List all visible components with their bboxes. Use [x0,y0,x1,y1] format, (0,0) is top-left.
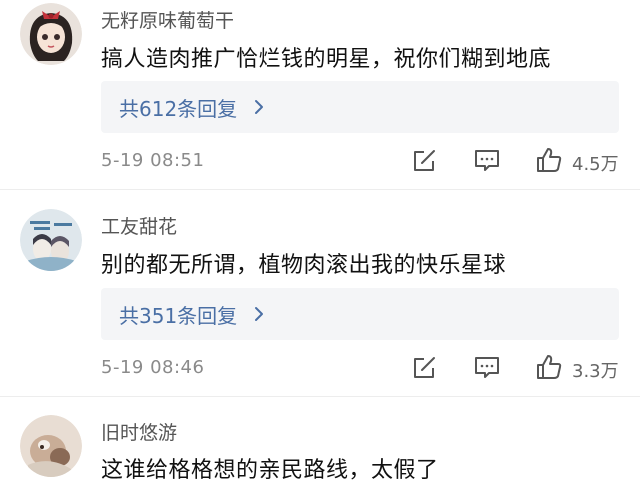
view-replies-button[interactable]: 共612条回复 [101,81,619,133]
replies-count: 共351条回复 [119,303,238,328]
comment-text: 搞人造肉推广恰烂钱的明星，祝你们糊到地底 [101,47,552,72]
share-icon [414,357,435,378]
username[interactable]: 旧时悠游 [101,418,177,445]
replies-count: 共612条回复 [119,96,238,121]
share-icon [414,150,435,171]
like-button[interactable] [535,146,563,174]
share-button[interactable] [410,354,438,382]
like-button[interactable] [535,353,563,381]
username[interactable]: 工友甜花 [101,212,177,239]
reply-button[interactable] [473,147,501,175]
comment-text: 别的都无所谓，植物肉滚出我的快乐星球 [101,253,507,278]
thumbs-up-icon [537,355,562,379]
share-button[interactable] [410,147,438,175]
view-replies-button[interactable]: 共351条回复 [101,288,619,340]
comment-icon [475,150,499,171]
user-avatar[interactable] [20,415,82,477]
comment-time: 5-19 08:51 [101,150,205,171]
like-count: 3.3万 [572,361,619,382]
like-count: 4.5万 [572,154,619,175]
thumbs-up-icon [537,148,562,172]
reply-button[interactable] [473,354,501,382]
chevron-right-icon [255,100,264,114]
comment-time: 5-19 08:46 [101,357,205,378]
username[interactable]: 无籽原味葡萄干 [101,6,234,33]
comment-icon [475,357,499,378]
user-avatar[interactable] [20,209,82,271]
divider [0,396,640,397]
chevron-right-icon [255,307,264,321]
comment-text: 这谁给格格想的亲民路线，太假了 [101,458,439,483]
user-avatar[interactable] [20,3,82,65]
divider [0,189,640,190]
